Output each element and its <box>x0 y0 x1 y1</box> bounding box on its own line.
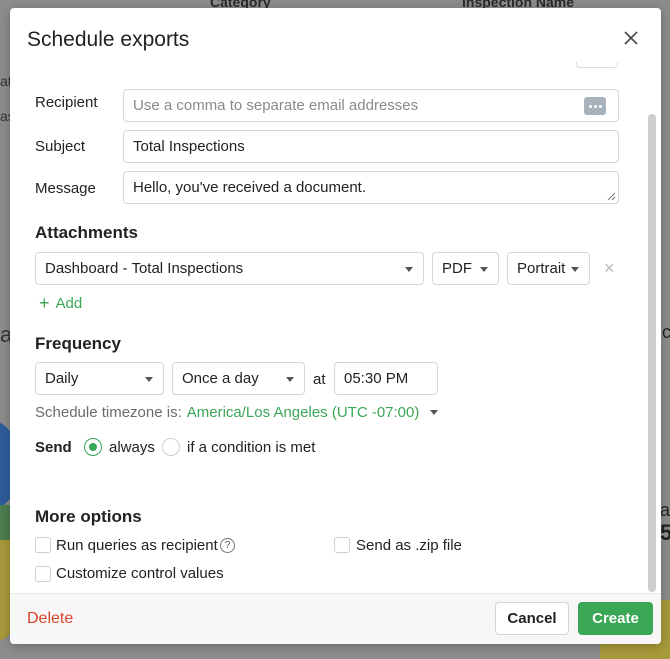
subject-input[interactable]: Total Inspections <box>123 130 619 163</box>
at-label: at <box>313 371 326 388</box>
more-options-icon[interactable] <box>584 97 606 115</box>
send-zip-checkbox[interactable] <box>334 537 350 553</box>
dialog-footer: Delete Cancel Create <box>10 593 661 644</box>
attachment-dashboard-value: Dashboard - Total Inspections <box>45 260 244 277</box>
chevron-down-icon <box>571 266 579 272</box>
send-always-radio[interactable] <box>84 438 102 456</box>
recipient-label: Recipient <box>35 94 98 111</box>
scrollbar-thumb[interactable] <box>648 114 656 592</box>
frequency-period-value: Daily <box>45 370 79 387</box>
attachment-format-value: PDF <box>442 260 472 277</box>
message-textarea[interactable]: Hello, you've received a document. <box>123 171 619 204</box>
frequency-times-select[interactable]: Once a day <box>172 362 305 395</box>
bg-right-fragment: al <box>660 500 670 520</box>
frequency-period-select[interactable]: Daily <box>35 362 164 395</box>
cancel-button[interactable]: Cancel <box>495 602 569 635</box>
customize-controls-label[interactable]: Customize control values <box>56 565 224 582</box>
scrollbar[interactable] <box>648 114 656 592</box>
chevron-down-icon <box>286 376 294 382</box>
message-value: Hello, you've received a document. <box>133 179 366 196</box>
attachments-title: Attachments <box>35 223 138 242</box>
dialog-body[interactable]: Recipient Use a comma to separate email … <box>10 62 661 593</box>
schedule-exports-dialog: Schedule exports Recipient Use a comma t… <box>10 8 661 644</box>
plus-icon: + <box>39 293 50 313</box>
help-icon[interactable]: ? <box>220 538 235 553</box>
subject-label: Subject <box>35 138 86 155</box>
chevron-down-icon <box>480 266 488 272</box>
attachment-format-select[interactable]: PDF <box>432 252 499 285</box>
timezone-prefix: Schedule timezone is: <box>35 404 182 421</box>
chevron-down-icon <box>145 376 153 382</box>
send-label: Send <box>35 439 72 456</box>
send-condition-radio[interactable] <box>162 438 180 456</box>
attachment-orientation-value: Portrait <box>517 260 566 277</box>
close-icon[interactable] <box>621 28 641 48</box>
frequency-title: Frequency <box>35 334 121 353</box>
frequency-times-value: Once a day <box>182 370 259 387</box>
run-as-recipient-label[interactable]: Run queries as recipient <box>56 537 218 554</box>
partial-hidden-button[interactable] <box>576 62 618 68</box>
send-condition-label[interactable]: if a condition is met <box>187 439 315 456</box>
message-label: Message <box>35 180 96 197</box>
send-always-label[interactable]: always <box>109 439 155 456</box>
add-attachment-label: Add <box>55 294 83 312</box>
customize-controls-checkbox[interactable] <box>35 566 51 582</box>
delete-button[interactable]: Delete <box>27 610 73 628</box>
bg-right-fragment: 5 <box>660 520 670 545</box>
time-input[interactable]: 05:30 PM <box>334 362 438 395</box>
attachment-orientation-select[interactable]: Portrait <box>507 252 590 285</box>
create-button[interactable]: Create <box>578 602 653 635</box>
run-as-recipient-checkbox[interactable] <box>35 537 51 553</box>
chevron-down-icon <box>405 266 413 272</box>
attachment-dashboard-select[interactable]: Dashboard - Total Inspections <box>35 252 424 285</box>
bg-right-fragment: c <box>662 322 670 342</box>
recipient-placeholder: Use a comma to separate email addresses <box>133 97 419 114</box>
timezone-row: Schedule timezone is: America/Los Angele… <box>35 404 439 421</box>
timezone-link[interactable]: America/Los Angeles (UTC -07:00) <box>187 404 420 421</box>
more-options-title: More options <box>35 507 142 526</box>
recipient-input[interactable]: Use a comma to separate email addresses <box>123 89 619 122</box>
send-zip-label[interactable]: Send as .zip file <box>356 537 462 554</box>
dialog-title: Schedule exports <box>27 28 190 51</box>
add-attachment-button[interactable]: + Add <box>39 294 82 312</box>
chevron-down-icon[interactable] <box>430 410 439 415</box>
remove-attachment-icon[interactable]: × <box>604 258 615 279</box>
resize-grip-icon[interactable] <box>606 191 616 201</box>
